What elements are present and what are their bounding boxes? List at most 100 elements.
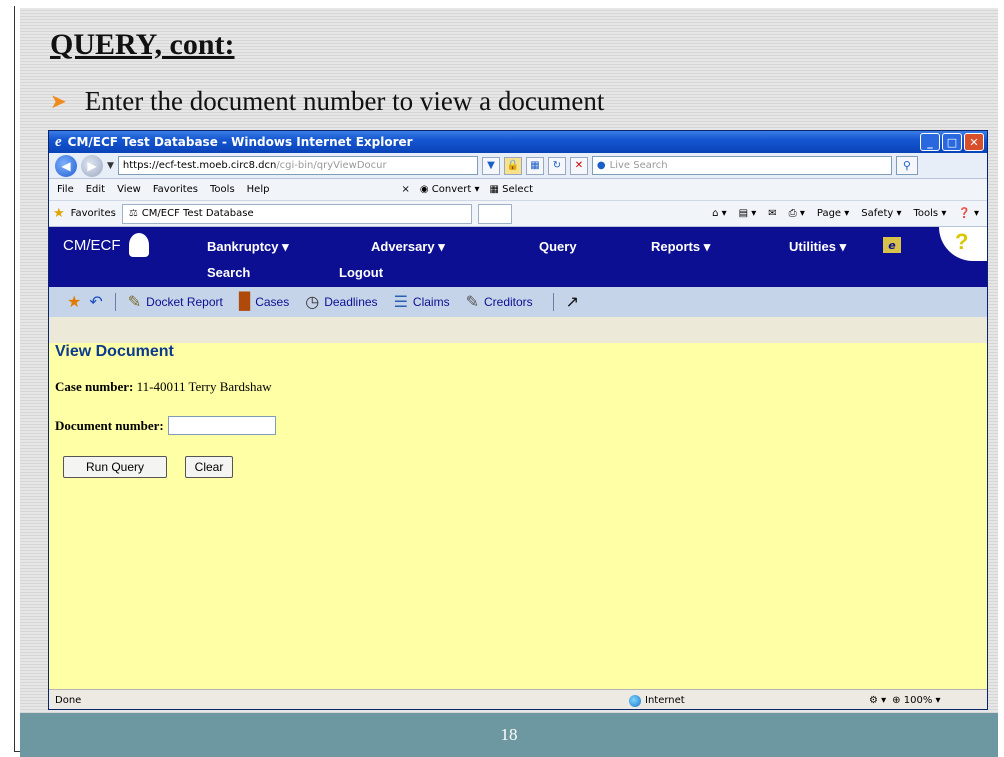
history-dropdown-icon[interactable]: ▼ bbox=[107, 161, 114, 171]
ecf-logo[interactable]: CM/ECF bbox=[63, 237, 121, 254]
case-number-line: Case number: 11-40011 Terry Bardshaw bbox=[55, 379, 272, 395]
docket-report-label: Docket Report bbox=[146, 295, 223, 309]
menu-bar: File Edit View Favorites Tools Help × ◉ … bbox=[49, 179, 987, 201]
browser-tab[interactable]: ⚖ CM/ECF Test Database bbox=[121, 203, 472, 224]
cases-label: Cases bbox=[255, 295, 290, 309]
menu-file[interactable]: File bbox=[57, 184, 74, 195]
zoom-control[interactable]: ⊕ 100% ▾ bbox=[892, 695, 940, 706]
ecf-content: View Document Case number: 11-40011 Terr… bbox=[49, 343, 987, 689]
clear-button[interactable]: Clear bbox=[185, 456, 233, 478]
url-path: /cgi-bin/qryViewDocur bbox=[276, 160, 387, 171]
lock-icon[interactable]: 🔒 bbox=[503, 156, 522, 175]
stop-icon[interactable]: ✕ bbox=[569, 156, 588, 175]
status-text: Done bbox=[55, 695, 82, 706]
nav-adversary-label: Adversary bbox=[371, 239, 435, 254]
briefcase-icon: █ bbox=[238, 293, 251, 310]
home-icon[interactable]: ⌂ ▾ bbox=[712, 208, 727, 219]
menu-edit[interactable]: Edit bbox=[86, 184, 105, 195]
claims-button[interactable]: ☰ Claims bbox=[394, 292, 450, 312]
page-menu-label: Page bbox=[816, 208, 842, 219]
nav-utilities[interactable]: Utilities ▾ bbox=[789, 239, 846, 255]
deadlines-button[interactable]: ◷ Deadlines bbox=[305, 292, 377, 312]
command-bar: ⌂ ▾ ▤ ▾ ✉ ⎙ ▾ Page ▾ Safety ▾ Tools ▾ ❓ … bbox=[712, 208, 987, 219]
security-zone[interactable]: Internet bbox=[629, 694, 869, 707]
feeds-icon[interactable]: ▤ ▾ bbox=[739, 208, 757, 219]
help-question-icon[interactable]: ? bbox=[955, 229, 968, 255]
star-icon[interactable]: ★ bbox=[67, 292, 81, 312]
protected-mode-icon[interactable]: ⚙ ▾ bbox=[869, 695, 886, 706]
document-number-label: Document number: bbox=[55, 417, 164, 433]
window-controls: _ □ ✕ bbox=[920, 133, 984, 151]
docket-report-button[interactable]: ✎ Docket Report bbox=[128, 292, 223, 312]
minimize-icon[interactable]: _ bbox=[920, 133, 940, 151]
nav-logout[interactable]: Logout bbox=[339, 265, 383, 280]
page-number: 18 bbox=[500, 725, 518, 744]
menu-help[interactable]: Help bbox=[247, 184, 270, 195]
print-icon[interactable]: ⎙ ▾ bbox=[789, 208, 805, 219]
window-title: CM/ECF Test Database - Windows Internet … bbox=[67, 135, 413, 149]
search-placeholder: Live Search bbox=[609, 160, 668, 171]
nav-reports[interactable]: Reports ▾ bbox=[651, 239, 710, 255]
new-tab-button[interactable] bbox=[477, 203, 512, 224]
nav-reports-label: Reports bbox=[651, 239, 701, 254]
menu-view[interactable]: View bbox=[117, 184, 141, 195]
back-button[interactable]: ◀ bbox=[55, 154, 77, 177]
browser-window: e CM/ECF Test Database - Windows Interne… bbox=[48, 130, 988, 710]
slide-title: QUERY, cont: bbox=[50, 28, 235, 61]
tools-menu[interactable]: Tools ▾ bbox=[914, 208, 947, 219]
zone-label: Internet bbox=[645, 695, 685, 706]
run-query-button[interactable]: Run Query bbox=[63, 456, 167, 478]
safety-menu[interactable]: Safety ▾ bbox=[861, 208, 901, 219]
search-icon[interactable]: ⚲ bbox=[895, 156, 918, 175]
creditors-button[interactable]: ✎ Creditors bbox=[466, 292, 533, 312]
forward-button[interactable]: ▶ bbox=[81, 154, 103, 177]
cases-button[interactable]: █ Cases bbox=[239, 293, 289, 311]
page-title: View Document bbox=[55, 343, 174, 360]
nav-query[interactable]: Query bbox=[539, 239, 577, 254]
live-search-icon: ● bbox=[596, 160, 606, 171]
safety-menu-label: Safety bbox=[861, 208, 894, 219]
nav-search[interactable]: Search bbox=[207, 265, 250, 280]
address-dropdown-icon[interactable]: ▼ bbox=[481, 156, 500, 175]
nav-bankruptcy[interactable]: Bankruptcy ▾ bbox=[207, 239, 289, 255]
browser-titlebar: e CM/ECF Test Database - Windows Interne… bbox=[49, 131, 987, 153]
compatibility-icon[interactable]: ▦ bbox=[525, 156, 544, 175]
select-label: Select bbox=[502, 184, 534, 195]
refresh-icon[interactable]: ↻ bbox=[547, 156, 566, 175]
close-icon[interactable]: ✕ bbox=[964, 133, 984, 151]
menu-favorites[interactable]: Favorites bbox=[153, 184, 198, 195]
address-bar-row: ◀ ▶ ▼ https://ecf-test.moeb.circ8.dcn/cg… bbox=[49, 153, 987, 179]
claims-stack-icon: ☰ bbox=[393, 294, 408, 311]
mail-icon[interactable]: ✉ bbox=[768, 208, 776, 219]
address-input[interactable]: https://ecf-test.moeb.circ8.dcn/cgi-bin/… bbox=[117, 156, 478, 175]
tab-favicon-icon: ⚖ bbox=[128, 208, 138, 219]
ecf-logo-mark-icon bbox=[129, 233, 149, 257]
claims-label: Claims bbox=[412, 295, 450, 309]
toolbar-separator bbox=[552, 293, 554, 311]
document-number-input[interactable] bbox=[167, 416, 276, 435]
tab-title: CM/ECF Test Database bbox=[141, 208, 254, 219]
creditors-label: Creditors bbox=[483, 295, 533, 309]
slide-bullet: ➤ Enter the document number to view a do… bbox=[50, 86, 604, 117]
page-menu[interactable]: Page ▾ bbox=[817, 208, 849, 219]
gavel-icon[interactable]: ↗ bbox=[566, 292, 579, 312]
search-input[interactable]: ● Live Search bbox=[591, 156, 892, 175]
nav-adversary[interactable]: Adversary ▾ bbox=[371, 239, 445, 255]
favorites-button[interactable]: Favorites bbox=[71, 208, 116, 219]
select-button[interactable]: ▦ Select bbox=[490, 184, 534, 195]
globe-icon bbox=[629, 694, 641, 707]
favorites-star-icon[interactable]: ★ bbox=[53, 206, 65, 221]
menu-tools[interactable]: Tools bbox=[210, 184, 235, 195]
case-number-value: 11-40011 Terry Bardshaw bbox=[136, 379, 272, 394]
ie-badge-icon[interactable]: e bbox=[883, 237, 901, 253]
ie-logo-icon: e bbox=[55, 133, 62, 150]
slide-footer: 18 bbox=[20, 713, 998, 757]
convert-button[interactable]: ◉ Convert ▾ bbox=[420, 184, 480, 195]
status-tools: ⚙ ▾ ⊕ 100% ▾ bbox=[869, 695, 941, 706]
help-icon[interactable]: ❓ ▾ bbox=[958, 208, 979, 219]
docket-report-icon: ✎ bbox=[127, 294, 142, 311]
back-arrow-icon[interactable]: ↶ bbox=[89, 292, 102, 312]
close-toolbar-icon[interactable]: × bbox=[401, 184, 409, 195]
maximize-icon[interactable]: □ bbox=[942, 133, 962, 151]
nav-bankruptcy-label: Bankruptcy bbox=[207, 239, 279, 254]
